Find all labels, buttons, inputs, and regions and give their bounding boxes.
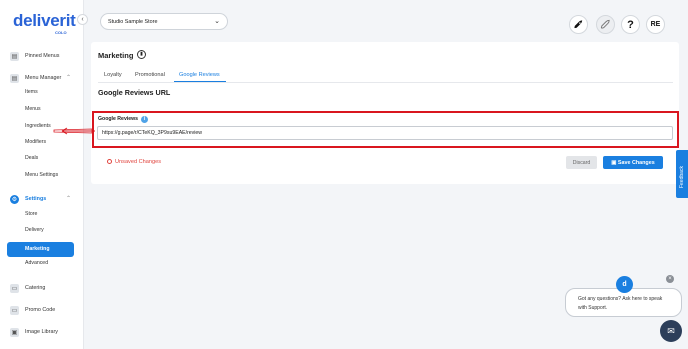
sidebar-item-menu-settings[interactable]: Menu Settings — [0, 169, 84, 183]
store-select-value: Studio Sample Store — [108, 19, 158, 25]
rocket-icon-2 — [600, 19, 610, 29]
section-title: Google Reviews URL — [98, 88, 171, 97]
sidebar-item-pinned-menus[interactable]: ▤ Pinned Menus — [0, 50, 84, 64]
chevron-up-icon: ⌃ — [66, 196, 72, 202]
save-changes-label: Save Changes — [617, 159, 655, 166]
active-tab-indicator — [174, 81, 226, 82]
pin-icon: ▤ — [10, 52, 19, 61]
tab-promotional[interactable]: Promotional — [135, 72, 165, 78]
sidebar-item-label: Settings — [25, 196, 47, 202]
chevron-down-icon: ⌄ — [214, 18, 220, 25]
sidebar-item-label: Deals — [25, 155, 39, 161]
unsaved-changes-text: Unsaved Changes — [115, 159, 162, 165]
sidebar-item-advanced[interactable]: Advanced — [0, 257, 84, 271]
store-select[interactable]: Studio Sample Store ⌄ — [100, 13, 228, 30]
annotation-arrow-icon — [53, 127, 95, 135]
feedback-label: Feedback — [679, 166, 685, 188]
promo-icon: ▭ — [10, 306, 19, 315]
chat-avatar: d — [616, 276, 633, 293]
sidebar-item-label: Store — [25, 211, 38, 217]
sidebar-item-label: Catering — [25, 285, 46, 291]
chevron-up-icon: ⌃ — [66, 75, 72, 81]
sidebar-item-label: Image Library — [25, 329, 58, 335]
sidebar-item-label: Ingredients — [25, 123, 51, 129]
sidebar-item-label: Modifiers — [25, 139, 47, 145]
sidebar-item-label: Menu Settings — [25, 172, 59, 178]
rocket-icon — [574, 20, 583, 29]
book-icon: ▮ — [137, 50, 146, 59]
unsaved-changes-indicator: Unsaved Changes — [107, 159, 161, 165]
sidebar: deliverit COLO ▤ Pinned Menus ▤ Menu Man… — [0, 0, 84, 349]
brand-logo: deliverit — [13, 11, 76, 30]
catering-icon: ▭ — [10, 284, 19, 293]
tab-loyalty[interactable]: Loyalty — [104, 72, 122, 78]
sidebar-item-deals[interactable]: Deals — [0, 152, 84, 166]
sidebar-item-label: Menus — [25, 106, 41, 112]
annotation-highlight-box — [92, 111, 679, 148]
tabs-divider — [98, 82, 673, 83]
tab-google-reviews[interactable]: Google Reviews — [179, 72, 220, 78]
rocket-button[interactable] — [569, 15, 588, 34]
sidebar-item-label: Items — [25, 89, 38, 95]
sidebar-item-label: Advanced — [25, 260, 49, 266]
menu-icon: ▤ — [10, 74, 19, 83]
sidebar-item-image-library[interactable]: ▣ Image Library — [0, 326, 84, 340]
save-changes-button[interactable]: ▣ Save Changes — [603, 156, 663, 169]
page-title: Marketing — [98, 51, 134, 60]
sidebar-item-label: Promo Code — [25, 307, 56, 313]
chat-message-line: with Support. — [578, 305, 608, 311]
save-icon: ▣ — [611, 159, 618, 166]
sidebar-item-label: Menu Manager — [25, 75, 62, 81]
help-button[interactable]: ? — [621, 15, 640, 34]
close-icon[interactable]: × — [666, 275, 674, 283]
sidebar-item-marketing[interactable]: Marketing — [7, 242, 74, 257]
gear-icon: ⚙ — [10, 195, 19, 204]
image-icon: ▣ — [10, 328, 19, 337]
feedback-tab[interactable]: Feedback — [676, 150, 688, 198]
sidebar-item-label: Delivery — [25, 227, 44, 233]
sidebar-item-catering[interactable]: ▭ Catering — [0, 282, 84, 296]
sidebar-item-promo-code[interactable]: ▭ Promo Code — [0, 304, 84, 318]
sidebar-item-modifiers[interactable]: Modifiers — [0, 136, 84, 150]
sidebar-item-settings[interactable]: ⚙ Settings ⌃ — [0, 193, 84, 207]
chat-launcher-button[interactable]: ✉ — [660, 320, 682, 342]
sidebar-item-delivery[interactable]: Delivery — [0, 224, 84, 238]
chat-message-line: Got any questions? Ask here to speak — [578, 296, 663, 302]
sidebar-collapse-button[interactable]: ‹ — [77, 14, 88, 25]
sidebar-item-label: Marketing — [25, 246, 50, 252]
sidebar-item-menu-manager[interactable]: ▤ Menu Manager ⌃ — [0, 72, 84, 86]
sidebar-item-menus[interactable]: Menus — [0, 103, 84, 117]
sidebar-item-label: Pinned Menus — [25, 53, 60, 59]
rocket-secondary-button[interactable] — [596, 15, 615, 34]
user-avatar[interactable]: RE — [646, 15, 665, 34]
sidebar-item-store[interactable]: Store — [0, 208, 84, 222]
sidebar-item-items[interactable]: Items — [0, 86, 84, 100]
warning-dot-icon — [107, 159, 112, 164]
discard-button[interactable]: Discard — [566, 156, 597, 169]
brand-sub: COLO — [55, 30, 67, 35]
